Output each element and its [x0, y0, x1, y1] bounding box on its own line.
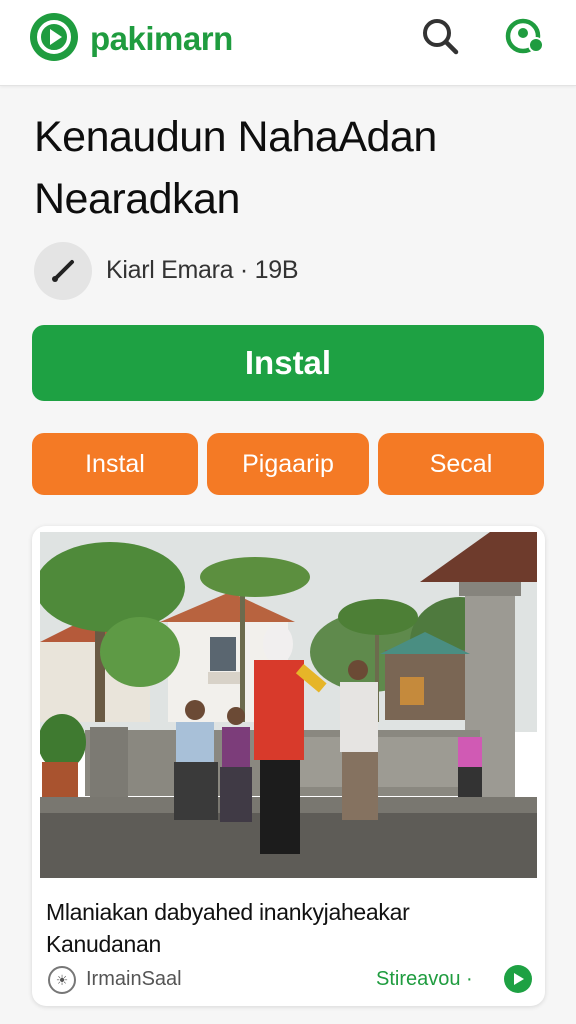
secondary-button-1[interactable]: Instal — [32, 433, 198, 495]
brand-name[interactable]: pakimarn — [90, 20, 233, 58]
play-logo-icon[interactable] — [30, 13, 78, 61]
secondary-button-2[interactable]: Pigaarip — [207, 433, 369, 495]
search-button[interactable] — [418, 14, 462, 58]
brush-icon — [52, 260, 74, 282]
card-photo — [40, 532, 537, 878]
search-icon — [423, 19, 459, 55]
profile-icon — [505, 18, 544, 54]
share-icon[interactable] — [504, 965, 532, 993]
app-header: pakimarn — [0, 0, 576, 86]
install-button[interactable]: Instal — [32, 325, 544, 401]
developer-meta[interactable]: Kiarl Emara · 19B — [106, 256, 299, 285]
card-action-link[interactable]: Stireavou · — [376, 968, 473, 991]
news-card[interactable]: Mlaniakan dabyahed inankyjaheakar Kanuda… — [32, 526, 545, 1006]
developer-avatar[interactable] — [34, 242, 92, 300]
source-name[interactable]: IrmainSaal — [86, 968, 182, 991]
secondary-button-3[interactable]: Secal — [378, 433, 544, 495]
source-icon: ☀ — [48, 966, 76, 994]
card-caption[interactable]: Mlaniakan dabyahed inankyjaheakar Kanuda… — [46, 896, 526, 960]
app-title: Kenaudun NahaAdan Nearadkan — [34, 113, 437, 223]
profile-button[interactable] — [502, 14, 548, 58]
